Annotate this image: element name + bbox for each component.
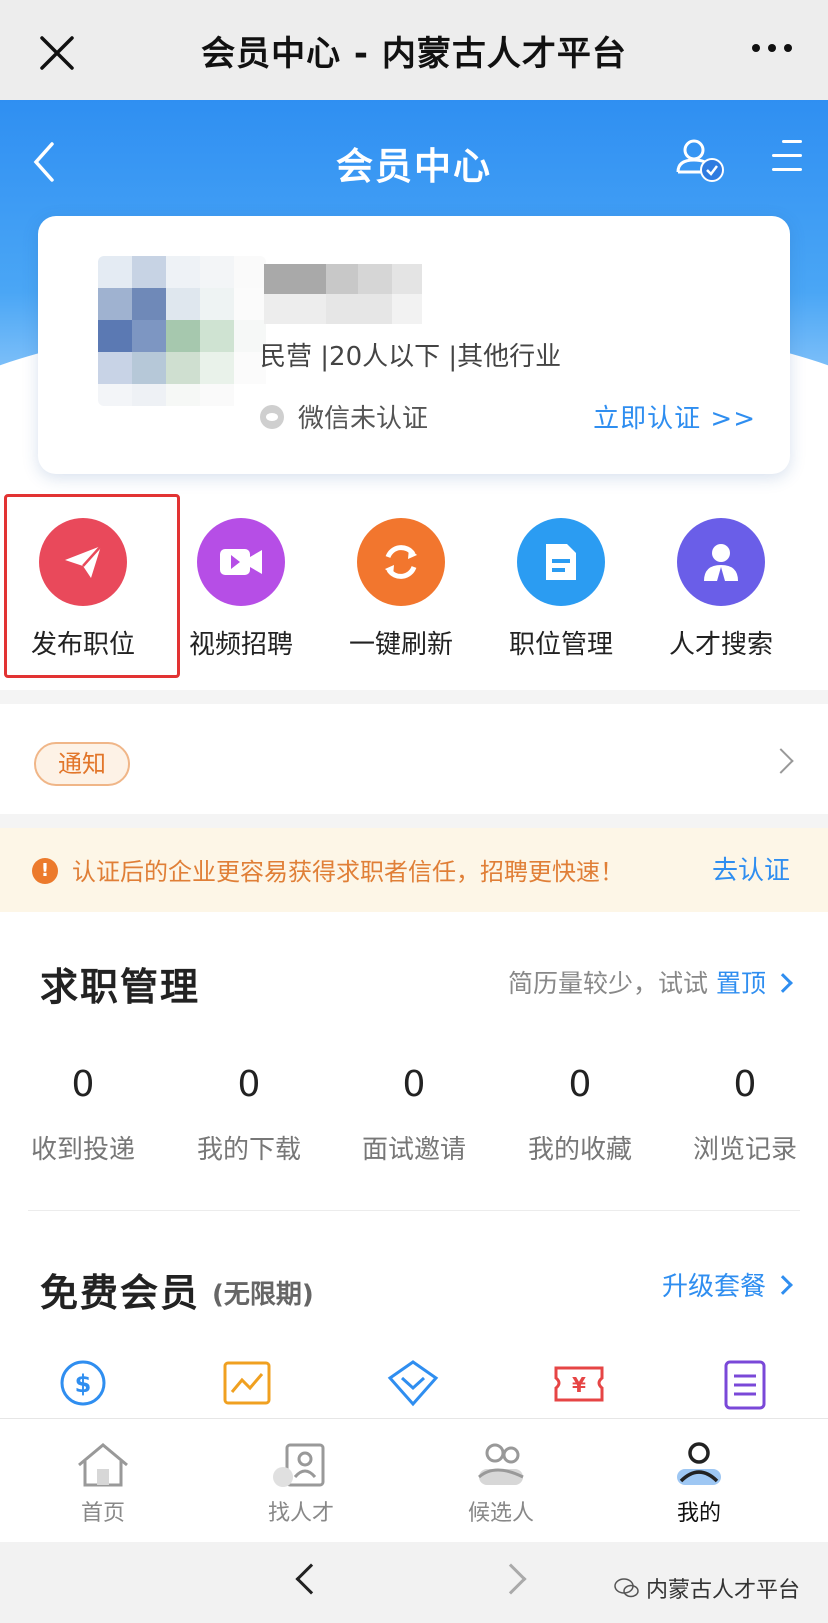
section-title: 求职管理	[40, 965, 201, 1009]
action-video-recruit[interactable]: 视频招聘	[158, 498, 324, 661]
tip-text: 认证后的企业更容易获得求职者信任，招聘更快速！	[72, 858, 624, 886]
trend-chart-icon[interactable]	[220, 1358, 274, 1412]
action-label: 人才搜索	[668, 630, 773, 660]
candidates-icon	[478, 1443, 524, 1485]
action-job-management[interactable]: 职位管理	[478, 498, 644, 661]
stat-value: 0	[71, 1064, 95, 1105]
stat-value: 0	[237, 1064, 261, 1105]
tab-candidates[interactable]: 候选人	[418, 1419, 584, 1527]
stat-label: 面试邀请	[361, 1135, 466, 1165]
wechat-icon	[260, 404, 284, 429]
stat-history[interactable]: 0 浏览记录	[662, 1064, 828, 1166]
notice-row[interactable]: 通知	[0, 704, 828, 814]
more-icon[interactable]	[752, 44, 792, 52]
list-clipboard-icon[interactable]	[718, 1358, 772, 1412]
company-name-blurred	[264, 264, 434, 326]
go-verify-link[interactable]: 去认证	[712, 850, 790, 887]
close-icon[interactable]	[38, 34, 76, 72]
browser-forward-icon[interactable]	[495, 1563, 527, 1595]
svg-text:$: $	[75, 1370, 92, 1398]
tab-find-talent[interactable]: 找人才	[218, 1419, 384, 1527]
wechat-status: 微信未认证	[260, 398, 428, 435]
chevron-right-icon	[773, 973, 793, 993]
verify-now-link[interactable]: 立即认证 >>	[593, 398, 756, 435]
stat-value: 0	[568, 1064, 592, 1105]
stat-value: 0	[733, 1064, 757, 1105]
tab-label: 找人才	[267, 1501, 334, 1526]
company-card[interactable]: 民营 |20人以下 |其他行业 微信未认证 立即认证 >>	[38, 216, 790, 474]
action-label: 视频招聘	[188, 630, 293, 660]
membership-period: (无限期)	[212, 1280, 314, 1310]
yen-ticket-icon[interactable]: ¥	[552, 1358, 606, 1412]
stat-label: 我的下载	[196, 1135, 301, 1165]
refresh-icon	[357, 518, 445, 606]
highlight-box	[4, 494, 180, 678]
info-icon: !	[32, 858, 58, 884]
membership-title: 免费会员	[40, 1271, 201, 1315]
company-logo	[98, 256, 266, 406]
tab-label: 候选人	[467, 1501, 534, 1526]
profile-icon	[677, 1442, 721, 1485]
pin-top-link[interactable]: 置顶	[716, 969, 766, 998]
diamond-icon[interactable]	[386, 1358, 440, 1412]
window-title: 会员中心 - 内蒙古人才平台	[201, 33, 627, 74]
divider	[0, 690, 828, 704]
divider	[28, 1210, 800, 1211]
hint-text: 简历量较少，试试	[508, 969, 709, 998]
action-refresh[interactable]: 一键刷新	[318, 498, 484, 661]
bottom-tab-bar: 首页 找人才 候选人 我的	[0, 1418, 828, 1542]
browser-back-icon[interactable]	[295, 1563, 327, 1595]
wechat-status-label: 微信未认证	[298, 404, 429, 434]
user-verified-icon[interactable]	[676, 138, 726, 184]
wechat-watermark-icon	[614, 1578, 639, 1598]
menu-icon[interactable]	[766, 140, 802, 182]
tab-mine[interactable]: 我的	[616, 1419, 782, 1527]
action-talent-search[interactable]: 人才搜索	[638, 498, 804, 661]
watermark-text: 内蒙古人才平台	[645, 1578, 800, 1603]
verify-tip-banner: ! 认证后的企业更容易获得求职者信任，招聘更快速！ 去认证	[0, 828, 828, 912]
browser-nav-bar: 内蒙古人才平台	[0, 1542, 828, 1623]
action-label: 一键刷新	[348, 630, 453, 660]
dollar-coin-icon[interactable]: $	[56, 1358, 110, 1412]
company-meta: 民营 |20人以下 |其他行业	[260, 342, 562, 372]
find-talent-icon	[273, 1443, 325, 1487]
chevron-right-icon	[768, 748, 794, 774]
stat-received[interactable]: 0 收到投递	[0, 1064, 166, 1166]
upgrade-plan-link[interactable]: 升级套餐	[662, 1266, 766, 1303]
tab-label: 首页	[80, 1501, 125, 1526]
chevron-right-icon	[773, 1275, 793, 1295]
webview-title-bar: 会员中心 - 内蒙古人才平台	[0, 0, 828, 100]
document-icon	[517, 518, 605, 606]
stat-downloads[interactable]: 0 我的下载	[166, 1064, 332, 1166]
stat-interviews[interactable]: 0 面试邀请	[331, 1064, 497, 1166]
video-camera-icon	[197, 518, 285, 606]
tab-label: 我的	[676, 1501, 721, 1526]
home-icon	[78, 1443, 128, 1487]
pin-top-hint[interactable]: 简历量较少，试试 置顶	[508, 964, 766, 1000]
tab-home[interactable]: 首页	[20, 1419, 186, 1527]
divider	[0, 814, 828, 828]
stat-label: 收到投递	[30, 1135, 135, 1165]
watermark: 内蒙古人才平台	[614, 1572, 800, 1604]
notice-badge: 通知	[34, 742, 130, 786]
svg-text:¥: ¥	[572, 1373, 586, 1397]
action-label: 职位管理	[508, 630, 613, 660]
person-search-icon	[677, 518, 765, 606]
stat-label: 我的收藏	[527, 1135, 632, 1165]
stat-value: 0	[402, 1064, 426, 1105]
stat-favorites[interactable]: 0 我的收藏	[497, 1064, 663, 1166]
stat-label: 浏览记录	[692, 1135, 797, 1165]
